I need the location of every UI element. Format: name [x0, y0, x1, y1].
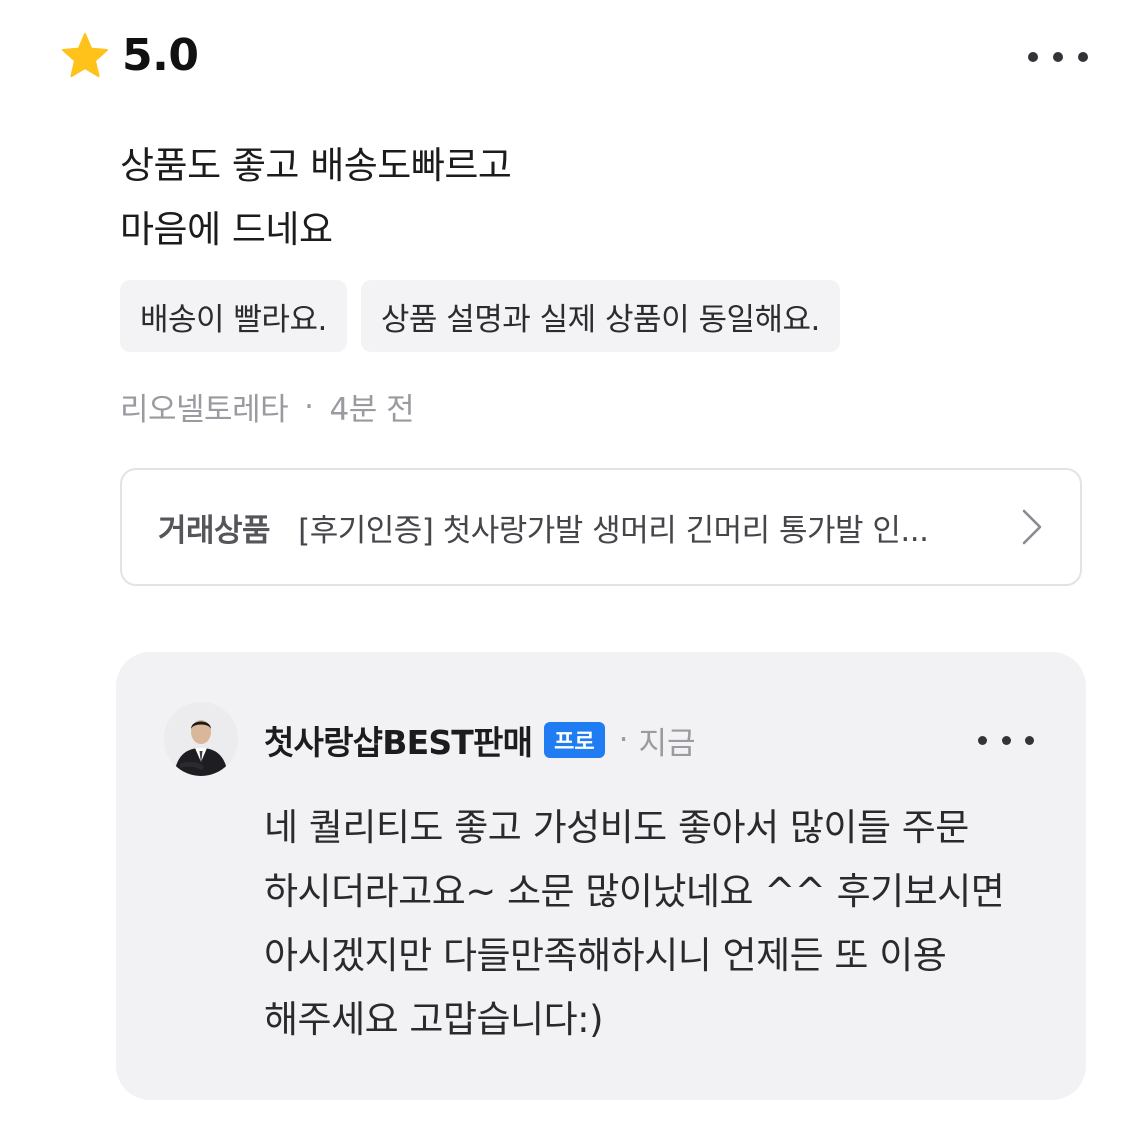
tag-fast-delivery: 배송이 빨라요. — [120, 280, 347, 352]
more-dot — [1053, 52, 1063, 62]
reply-text-line: 해주세요 고맙습니다:) — [264, 998, 604, 1041]
reply-meta: · 지금 — [619, 718, 696, 763]
reply-text: 네 퀄리티도 좋고 가성비도 좋아서 많이들 주문 하시더라고요~ 소문 많이났… — [264, 796, 1005, 1052]
more-horizontal-icon — [978, 735, 987, 745]
avatar[interactable] — [164, 702, 238, 776]
reply-header: 첫사랑샵BEST판매 프로 · 지금 — [264, 716, 696, 764]
product-name: [후기인증] 첫사랑가발 생머리 긴머리 통가발 인... — [298, 512, 929, 549]
reply-text-line: 아시겠지만 다들만족해하시니 언제든 또 이용 — [264, 934, 947, 977]
chevron-right-icon — [1022, 509, 1042, 545]
reply-text-line: 네 퀄리티도 좋고 가성비도 좋아서 많이들 주문 — [264, 806, 969, 849]
more-horizontal-icon — [1028, 52, 1038, 62]
review-meta: 리오넬토레타 · 4분 전 — [120, 384, 415, 429]
review-tags: 배송이 빨라요. 상품 설명과 실제 상품이 동일해요. — [120, 280, 840, 352]
meta-separator: · — [618, 722, 629, 758]
product-label: 거래상품 — [158, 512, 271, 549]
avatar-image — [164, 702, 238, 776]
review-text: 상품도 좋고 배송도빠르고 마음에 드네요 — [120, 134, 512, 262]
more-options-button[interactable] — [1028, 42, 1088, 72]
rating-row: 5.0 — [60, 30, 199, 81]
star-icon — [62, 32, 108, 77]
review-text-line: 상품도 좋고 배송도빠르고 — [120, 144, 512, 187]
seller-name[interactable]: 첫사랑샵BEST판매 — [264, 716, 533, 764]
more-dot — [1025, 735, 1034, 745]
more-dot — [1001, 735, 1011, 745]
review-text-line: 마음에 드네요 — [120, 208, 333, 251]
reply-more-options-button[interactable] — [978, 730, 1034, 750]
reply-text-line: 하시더라고요~ 소문 많이났네요 ^^ 후기보시면 — [264, 870, 1005, 913]
tag-matches-description: 상품 설명과 실제 상품이 동일해요. — [360, 280, 840, 352]
traded-product-link[interactable]: 거래상품 [후기인증] 첫사랑가발 생머리 긴머리 통가발 인... — [120, 468, 1082, 586]
reply-time: 지금 — [638, 725, 696, 762]
review-author: 리오넬토레타 — [120, 392, 289, 428]
review-time: 4분 전 — [329, 392, 415, 428]
rating-value: 5.0 — [122, 30, 199, 81]
meta-separator: · — [304, 388, 314, 425]
pro-badge: 프로 — [544, 722, 605, 758]
more-dot — [1078, 52, 1088, 62]
seller-reply-card: 첫사랑샵BEST판매 프로 · 지금 네 퀄리티도 좋고 가성비도 좋아서 많이… — [116, 652, 1086, 1100]
